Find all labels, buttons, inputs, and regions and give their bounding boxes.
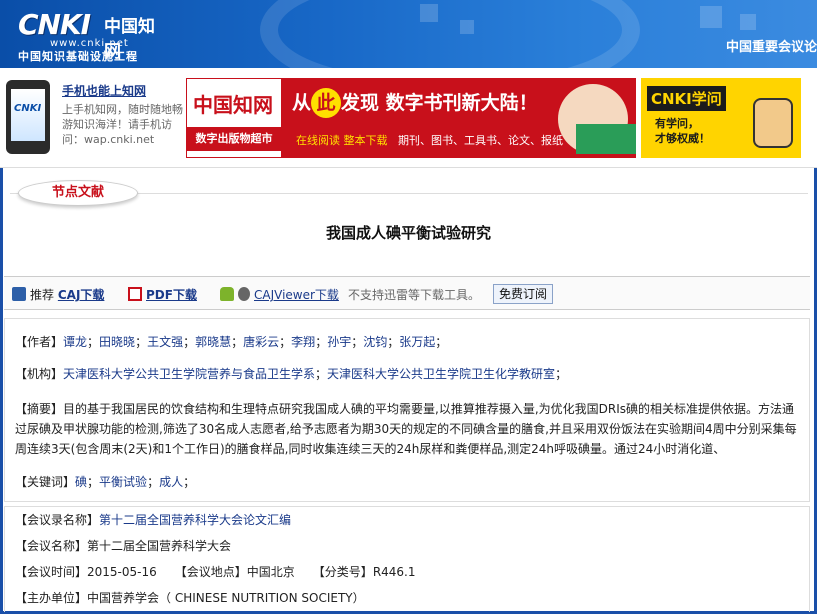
header-tile	[700, 6, 722, 28]
conference-name-row: 【会议名称】第十二届全国营养科学大会	[15, 537, 231, 554]
institution-link[interactable]: 天津医科大学公共卫生学院营养与食品卫生学系	[63, 367, 315, 381]
books-image	[576, 124, 636, 154]
bookstore-brand: 中国知网 数字出版物超市	[186, 78, 282, 158]
bookstore-slogan: 从此发现 数字书刊新大陆！	[292, 88, 538, 118]
keywords-row: 【关键词】碘；平衡试验；成人；	[15, 475, 196, 489]
header-tile	[740, 14, 756, 30]
authors-row: 【作者】谭龙；田晓晓；王文强；郭晓慧；唐彩云；李翔；孙宇；沈钧；张万起；	[15, 335, 448, 349]
slogan-circle: 此	[311, 88, 342, 118]
abstract-text: 目的基于我国居民的饮食结构和生理特点研究我国成人碘的平均需要量,以推算推荐摄入量…	[15, 402, 797, 456]
cajviewer-download-link[interactable]: CAJViewer下载	[254, 288, 339, 302]
android-icon	[220, 287, 234, 301]
author-link[interactable]: 田晓晓	[99, 335, 135, 349]
banner-row: CNKI 手机也能上知网 上手机知网，随时随地畅游知识海洋！请手机访问：wap.…	[0, 68, 817, 168]
apple-icon	[238, 287, 250, 301]
pdf-download-group: PDF下载	[128, 286, 197, 303]
conference-place-label: 【会议地点】	[174, 565, 247, 579]
conference-time-row: 【会议时间】2015-05-16 【会议地点】中国北京 【分类号】R446.1	[15, 563, 416, 580]
collection-link[interactable]: 第十二届全国营养科学大会论文汇编	[99, 513, 291, 527]
collection-row: 【会议录名称】第十二届全国营养科学大会论文汇编	[15, 511, 291, 528]
host-row: 【主办单位】中国营养学会（ CHINESE NUTRITION SOCIETY）	[15, 589, 365, 606]
thumbs-up-icon	[753, 98, 793, 148]
conference-place: 中国北京	[246, 565, 295, 579]
collection-label: 【会议录名称】	[15, 513, 100, 527]
section-tag: 节点文献	[18, 180, 138, 206]
class-number: R446.1	[372, 565, 416, 579]
institution-label: 【机构】	[15, 367, 64, 381]
author-link[interactable]: 李翔	[291, 335, 315, 349]
keyword-link[interactable]: 平衡试验	[99, 475, 147, 489]
keywords-label: 【关键词】	[15, 475, 76, 489]
bookstore-links: 在线阅读 整本下载 期刊、图书、工具书、论文、报纸	[296, 132, 563, 148]
download-toolbar: 推荐 CAJ下载 PDF下载 CAJViewer下载 不支持迅雷等下载工具。 免…	[4, 276, 810, 310]
institution-link[interactable]: 天津医科大学公共卫生学院卫生化学教研室	[327, 367, 555, 381]
keyword-link[interactable]: 碘	[75, 475, 87, 489]
cajviewer-group: CAJViewer下载	[220, 286, 339, 303]
mobile-ad[interactable]: CNKI 手机也能上知网 上手机知网，随时随地畅游知识海洋！请手机访问：wap.…	[4, 78, 184, 158]
bookstore-ad[interactable]: 中国知网 数字出版物超市 从此发现 数字书刊新大陆！ 在线阅读 整本下载 期刊、…	[186, 78, 636, 158]
document-metadata: 【作者】谭龙；田晓晓；王文强；郭晓慧；唐彩云；李翔；孙宇；沈钧；张万起； 【机构…	[4, 318, 810, 502]
conference-time-label: 【会议时间】	[15, 565, 88, 579]
slogan-pre: 从	[292, 92, 312, 114]
caj-icon	[12, 287, 26, 301]
pdf-download-link[interactable]: PDF下载	[146, 288, 197, 302]
xuewen-ad[interactable]: CNKI学问 有学问， 才够权威！	[641, 78, 801, 158]
author-link[interactable]: 沈钧	[363, 335, 387, 349]
caj-download-group: 推荐 CAJ下载	[12, 286, 104, 303]
logo-sub: 中国知识基础设施工程	[18, 50, 138, 63]
mobile-ad-desc: 上手机知网，随时随地畅游知识海洋！请手机访问：wap.cnki.net	[62, 103, 183, 146]
subscribe-button[interactable]: 免费订阅	[493, 284, 554, 304]
abstract-label: 【摘要】	[15, 402, 64, 416]
phone-screen: CNKI	[11, 89, 45, 141]
author-link[interactable]: 谭龙	[63, 335, 87, 349]
xuewen-line2: 才够权威！	[655, 132, 710, 145]
bookstore-brand-text: 中国知网	[193, 93, 273, 117]
bookstore-links-highlight: 在线阅读 整本下载	[296, 134, 388, 147]
xuewen-sub: 有学问， 才够权威！	[655, 116, 710, 146]
conference-name: 第十二届全国营养科学大会	[87, 539, 232, 553]
phone-icon: CNKI	[6, 80, 50, 154]
bookstore-links-rest: 期刊、图书、工具书、论文、报纸	[398, 134, 563, 147]
header-tile	[460, 20, 474, 34]
slogan-post: 发现 数字书刊新大陆！	[341, 92, 538, 114]
author-link[interactable]: 王文强	[147, 335, 183, 349]
page-title: 我国成人碘平衡试验研究	[325, 224, 491, 242]
author-link[interactable]: 唐彩云	[243, 335, 279, 349]
conference-time: 2015-05-16	[87, 565, 157, 579]
pdf-icon	[128, 287, 142, 301]
keyword-link[interactable]: 成人	[159, 475, 183, 489]
conference-metadata: 【会议录名称】第十二届全国营养科学大会论文汇编 【会议名称】第十二届全国营养科学…	[4, 506, 810, 612]
host-label: 【主办单位】	[15, 591, 88, 605]
author-link[interactable]: 张万起	[399, 335, 435, 349]
xuewen-title: CNKI学问	[647, 86, 726, 111]
recommend-label: 推荐	[30, 288, 55, 302]
bookstore-brand-sub: 数字出版物超市	[187, 127, 281, 151]
cnki-logo[interactable]: CNKI 中国知网 www.cnki.net 中国知识基础设施工程	[14, 6, 164, 63]
download-notice: 不支持迅雷等下载工具。	[348, 288, 481, 302]
author-link[interactable]: 郭晓慧	[195, 335, 231, 349]
logo-text: CNKI	[18, 8, 91, 41]
abstract-block: 【摘要】目的基于我国居民的饮食结构和生理特点研究我国成人碘的平均需要量,以推算推…	[15, 399, 799, 459]
mobile-ad-title[interactable]: 手机也能上知网	[62, 82, 146, 99]
conference-name-label: 【会议名称】	[15, 539, 88, 553]
host-name: 中国营养学会（ CHINESE NUTRITION SOCIETY）	[87, 591, 365, 605]
header-decoration	[260, 0, 640, 68]
phone-screen-logo: CNKI	[14, 103, 42, 114]
authors-label: 【作者】	[15, 335, 64, 349]
header-tile	[420, 4, 438, 22]
header-title: 中国重要会议论	[725, 40, 817, 55]
caj-download-link[interactable]: CAJ下载	[58, 288, 105, 302]
institution-row: 【机构】天津医科大学公共卫生学院营养与食品卫生学系；天津医科大学公共卫生学院卫生…	[15, 367, 568, 381]
xuewen-line1: 有学问，	[655, 117, 699, 130]
site-header: CNKI 中国知网 www.cnki.net 中国知识基础设施工程 中国重要会议…	[0, 0, 817, 68]
class-label: 【分类号】	[312, 565, 373, 579]
author-link[interactable]: 孙宇	[327, 335, 351, 349]
